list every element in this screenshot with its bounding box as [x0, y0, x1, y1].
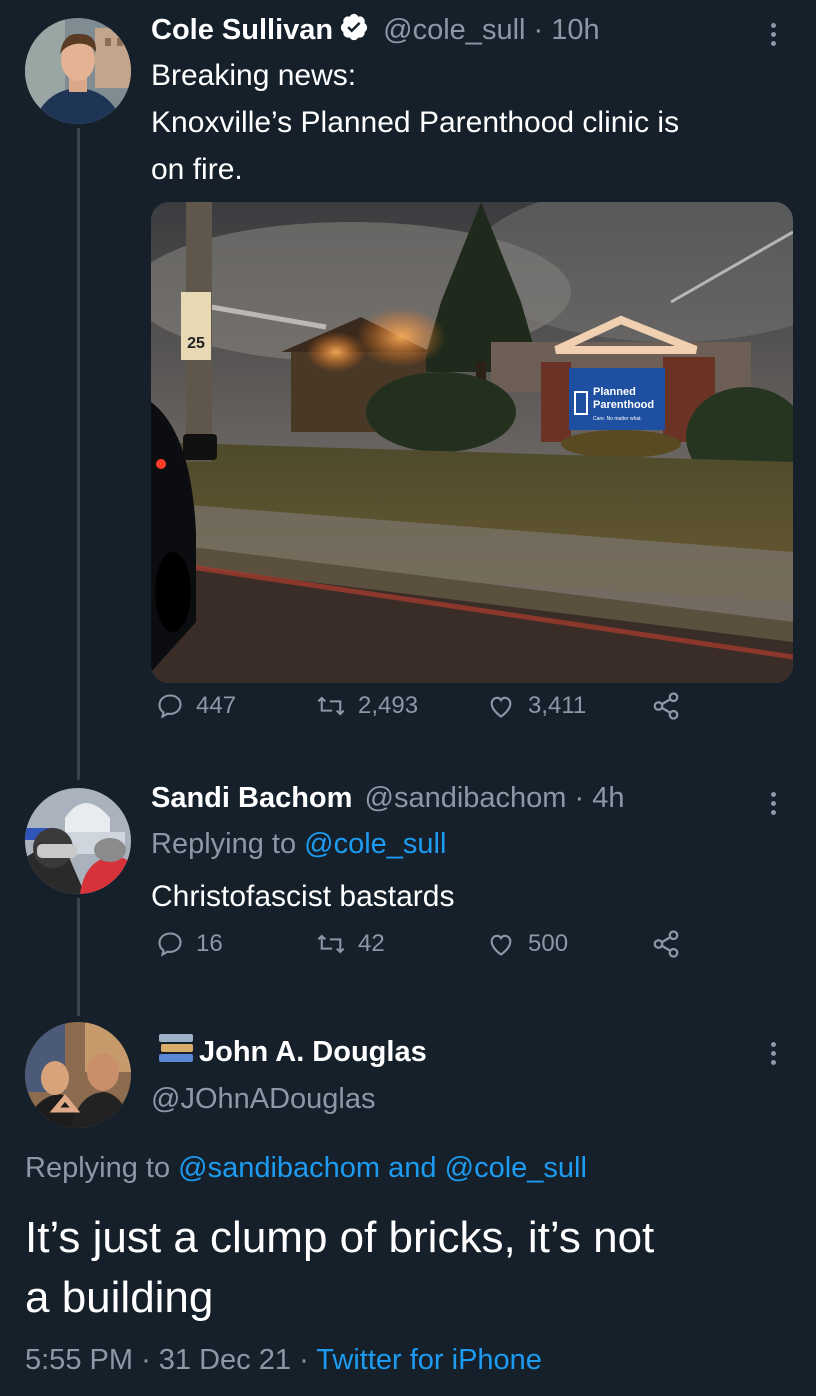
tweet-time[interactable]: 10h [551, 14, 599, 46]
tweet-photo[interactable]: Planned Parenthood Care. No matter what.… [151, 202, 793, 683]
tweet1-text: Breaking news: Knoxville’s Planned Paren… [151, 52, 791, 193]
separator-dot: · [574, 782, 585, 814]
reply-icon [158, 694, 182, 719]
tweet-text-line: on fire. [151, 153, 243, 186]
like-button[interactable]: 500 [486, 930, 568, 958]
retweet-icon [317, 696, 345, 716]
share-button[interactable] [651, 691, 681, 721]
separator-dot: · [533, 14, 544, 46]
author-handle[interactable]: @cole_sull [383, 14, 525, 46]
tweet-source-link[interactable]: Twitter for iPhone [316, 1344, 542, 1376]
tweet-date[interactable]: 31 Dec 21 [159, 1344, 291, 1376]
mention-link[interactable]: @cole_sull [445, 1152, 587, 1184]
author-name[interactable]: John A. Douglas [199, 1036, 427, 1069]
books-icon [157, 1032, 195, 1072]
share-button[interactable] [651, 929, 681, 959]
more-options-icon[interactable] [771, 792, 777, 819]
more-options-icon[interactable] [771, 23, 777, 50]
heart-icon [490, 934, 512, 956]
thread-line-2 [77, 898, 80, 1016]
retweet-button[interactable]: 42 [316, 930, 385, 958]
author-handle[interactable]: @sandibachom [365, 782, 567, 814]
tweet3-meta: 5:55 PM · 31 Dec 21 · Twitter for iPhone [25, 1344, 542, 1377]
thread-line-1 [77, 128, 80, 780]
tweet-text-line: Knoxville’s Planned Parenthood clinic is [151, 106, 680, 139]
author-name[interactable]: Cole Sullivan [151, 14, 333, 46]
tweet2-header: Sandi Bachom @sandibachom · 4h [151, 782, 625, 815]
replying-to-label: Replying to [151, 828, 297, 860]
sign-tagline: Care. No matter what. [593, 416, 642, 422]
reply-button[interactable]: 447 [156, 692, 236, 720]
tweet-text-line: It’s just a clump of bricks, it’s not [25, 1213, 655, 1262]
retweet-count: 2,493 [358, 692, 419, 719]
author-name[interactable]: Sandi Bachom [151, 782, 352, 814]
reply-count: 447 [196, 692, 237, 719]
separator-dot: · [141, 1344, 151, 1376]
tweet2-replying-to: Replying to @cole_sull [151, 828, 446, 861]
retweet-icon [317, 934, 345, 954]
reply-count: 16 [196, 930, 223, 957]
retweet-count: 42 [358, 930, 385, 957]
avatar-cole-sullivan[interactable] [25, 18, 131, 124]
tweet3-replying-to: Replying to @sandibachom and @cole_sull [25, 1152, 587, 1185]
speed-limit-sign: 25 [187, 335, 205, 352]
heart-icon [490, 696, 512, 718]
reply-icon [158, 932, 182, 957]
sign-line-1: Planned [593, 386, 636, 398]
like-button[interactable]: 3,411 [486, 692, 586, 720]
avatar-john-a-douglas[interactable] [25, 1022, 131, 1128]
share-icon [653, 930, 679, 958]
tweet3-header-name: John A. Douglas [157, 1032, 427, 1072]
like-count: 3,411 [528, 692, 587, 719]
replying-and: and [388, 1152, 437, 1184]
tweet-text-line: Breaking news: [151, 59, 357, 92]
verified-badge-icon [339, 12, 369, 50]
tweet-text-line: a building [25, 1273, 214, 1322]
mention-link[interactable]: @sandibachom [178, 1152, 380, 1184]
tweet-time[interactable]: 4h [592, 782, 624, 814]
avatar-sandi-bachom[interactable] [25, 788, 131, 894]
like-count: 500 [528, 930, 569, 957]
tweet-time[interactable]: 5:55 PM [25, 1344, 133, 1376]
mention-link[interactable]: @cole_sull [304, 828, 446, 860]
replying-to-label: Replying to [25, 1152, 171, 1184]
sign-line-2: Parenthood [593, 399, 654, 411]
share-icon [653, 692, 679, 720]
tweet3-text: It’s just a clump of bricks, it’s not a … [25, 1208, 654, 1328]
more-options-icon[interactable] [771, 1042, 777, 1069]
retweet-button[interactable]: 2,493 [316, 692, 418, 720]
tweet1-header: Cole Sullivan @cole_sull · 10h [151, 12, 600, 50]
reply-button[interactable]: 16 [156, 930, 223, 958]
separator-dot: · [299, 1344, 309, 1376]
tweet2-text: Christofascist bastards [151, 880, 455, 913]
author-handle[interactable]: @JOhnADouglas [151, 1083, 376, 1116]
